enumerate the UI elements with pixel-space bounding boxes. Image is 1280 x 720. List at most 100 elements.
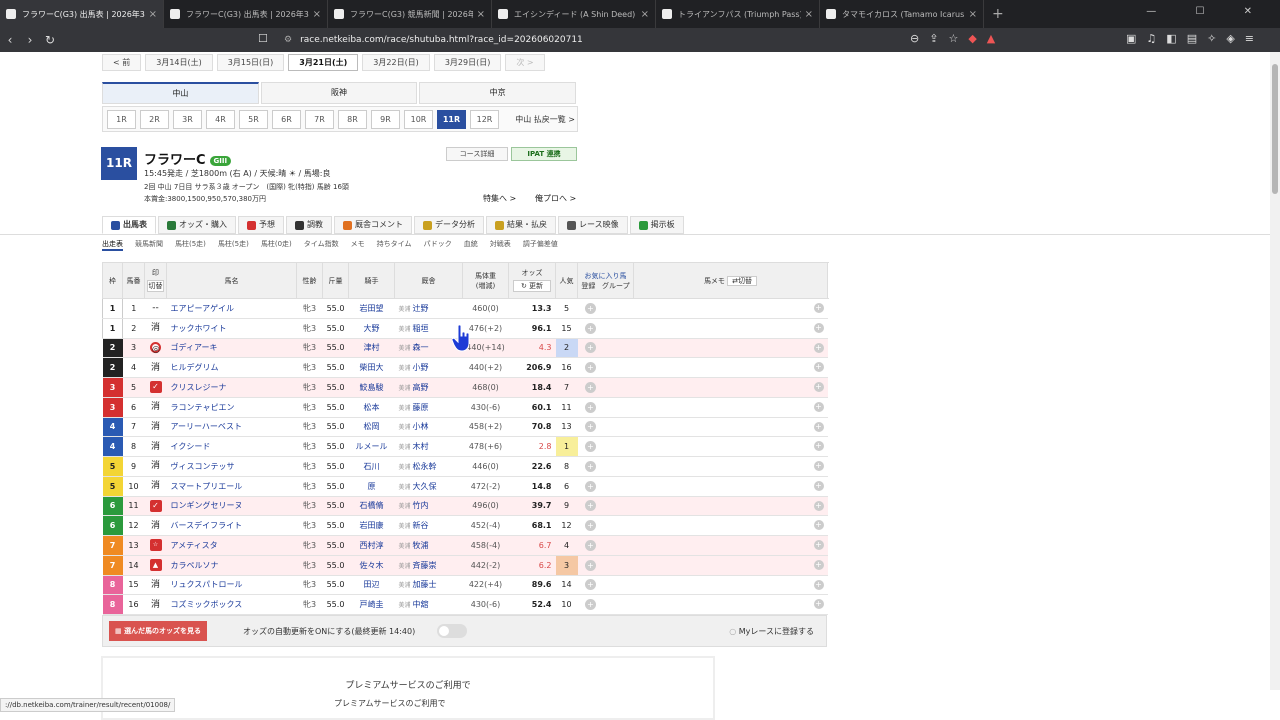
add-memo-icon[interactable]: + — [813, 520, 824, 531]
close-tab-icon[interactable]: × — [477, 9, 485, 20]
mark-cell[interactable]: 消 — [144, 318, 167, 339]
horse-name-link[interactable]: ヒルデグリム — [166, 357, 297, 378]
header-weight[interactable]: 馬体重 (増減) — [462, 262, 509, 299]
race-number-button[interactable]: 2R — [140, 109, 169, 129]
favorite-register-cell[interactable]: + — [577, 575, 604, 596]
sub-tab[interactable]: タイム指数 — [304, 239, 339, 251]
horse-name-link[interactable]: バースデイフライト — [166, 515, 297, 536]
sub-tab[interactable]: 馬柱(5走) — [175, 239, 206, 251]
favorite-register-cell[interactable]: + — [577, 417, 604, 438]
horse-name-link[interactable]: アーリーハーベスト — [166, 417, 297, 438]
add-memo-icon[interactable]: + — [813, 362, 824, 373]
trainer-link[interactable]: 牧浦 — [413, 541, 429, 550]
odds-value[interactable]: 60.1 — [508, 397, 556, 418]
favorite-group-cell[interactable] — [603, 298, 634, 319]
mark-cell[interactable]: ✓ — [144, 496, 167, 517]
trainer-link[interactable]: 新谷 — [413, 521, 429, 530]
prediction-mark[interactable]: 消 — [150, 579, 162, 591]
mark-cell[interactable]: 消 — [144, 575, 167, 596]
horse-memo-cell[interactable]: + — [633, 456, 828, 477]
favorite-register-cell[interactable]: + — [577, 436, 604, 457]
race-number-button[interactable]: 10R — [404, 109, 433, 129]
add-memo-icon[interactable]: + — [813, 401, 824, 412]
prediction-mark[interactable]: 消 — [150, 362, 162, 374]
favorite-group-cell[interactable] — [603, 397, 634, 418]
scrollbar[interactable] — [1270, 52, 1280, 690]
close-tab-icon[interactable]: × — [149, 9, 157, 20]
horse-memo-cell[interactable]: + — [633, 575, 828, 596]
favorite-register-cell[interactable]: + — [577, 397, 604, 418]
add-memo-icon[interactable]: + — [813, 480, 824, 491]
next-date-button[interactable]: 次 > — [505, 54, 545, 71]
odds-value[interactable]: 70.8 — [508, 417, 556, 438]
selected-odds-button[interactable]: ▦ 選んだ馬のオッズを見る — [109, 621, 208, 641]
odds-value[interactable]: 22.6 — [508, 456, 556, 477]
favorite-register-cell[interactable]: + — [577, 515, 604, 536]
date-button[interactable]: 3月15日(日) — [216, 54, 285, 71]
add-favorite-icon[interactable]: + — [585, 480, 596, 492]
favorite-register-cell[interactable]: + — [577, 476, 604, 497]
jockey-link[interactable]: 西村淳 — [348, 535, 395, 556]
date-button[interactable]: 3月21日(土) — [288, 54, 359, 71]
main-tab[interactable]: 掲示板 — [629, 216, 684, 234]
main-tab[interactable]: 調教 — [286, 216, 332, 234]
odds-value[interactable]: 6.7 — [508, 535, 556, 556]
add-favorite-icon[interactable]: + — [585, 599, 596, 611]
mark-cell[interactable]: 消 — [144, 397, 167, 418]
menu-icon[interactable]: ≡ — [1245, 32, 1254, 45]
add-favorite-icon[interactable]: + — [585, 401, 596, 413]
mark-cell[interactable]: 消 — [144, 456, 167, 477]
jockey-link[interactable]: 岩田望 — [348, 298, 395, 319]
feature-link[interactable]: 特集へ > — [483, 193, 516, 204]
ipat-link-button[interactable]: IPAT 連携 — [511, 147, 577, 161]
bookmark-icon[interactable]: ☐ — [258, 32, 268, 45]
forward-icon[interactable]: › — [20, 33, 40, 47]
browser-tab[interactable]: フラワーC(G3) 出馬表 | 2026年3月2… × — [0, 0, 164, 28]
prediction-mark[interactable]: -- — [150, 302, 162, 314]
add-memo-icon[interactable]: + — [813, 303, 824, 313]
jockey-link[interactable]: 田辺 — [348, 575, 395, 596]
mark-cell[interactable]: ☆ — [144, 535, 167, 556]
horse-memo-cell[interactable]: + — [633, 417, 828, 438]
add-memo-icon[interactable]: + — [813, 421, 824, 432]
trainer-link[interactable]: 中舘 — [413, 600, 429, 609]
odds-value[interactable]: 52.4 — [508, 594, 556, 615]
prediction-mark[interactable]: ✓ — [149, 381, 162, 394]
prediction-mark[interactable]: 消 — [150, 322, 162, 334]
mark-cell[interactable]: ✓ — [144, 377, 167, 398]
jockey-link[interactable]: 石橋脩 — [348, 496, 395, 517]
prediction-mark[interactable]: 消 — [150, 441, 162, 453]
add-favorite-icon[interactable]: + — [585, 421, 596, 433]
add-favorite-icon[interactable]: + — [585, 302, 596, 314]
jockey-link[interactable]: 石川 — [348, 456, 395, 477]
race-number-button[interactable]: 8R — [338, 109, 367, 129]
sub-tab[interactable]: 血統 — [464, 239, 478, 251]
trainer-link[interactable]: 高野 — [413, 383, 429, 392]
prediction-mark[interactable]: 消 — [150, 480, 162, 492]
add-memo-icon[interactable]: + — [813, 500, 824, 511]
horse-memo-cell[interactable]: + — [633, 555, 828, 576]
odds-value[interactable]: 6.2 — [508, 555, 556, 576]
header-kinryo[interactable]: 斤量 — [322, 262, 349, 299]
horse-name-link[interactable]: イクシード — [166, 436, 297, 457]
close-tab-icon[interactable]: × — [641, 9, 649, 20]
vpn-icon[interactable]: ◈ — [1226, 32, 1234, 45]
my-race-register[interactable]: ○ Myレースに登録する — [729, 626, 814, 637]
race-number-button[interactable]: 3R — [173, 109, 202, 129]
wallet-icon[interactable]: ▤ — [1187, 32, 1197, 45]
favorite-register-cell[interactable]: + — [577, 338, 604, 359]
odds-value[interactable]: 206.9 — [508, 357, 556, 378]
favorite-group-cell[interactable] — [603, 476, 634, 497]
odds-value[interactable]: 39.7 — [508, 496, 556, 517]
race-number-button[interactable]: 1R — [107, 109, 136, 129]
main-tab[interactable]: 出馬表 — [102, 216, 156, 234]
orepro-link[interactable]: 俺プロへ > — [535, 193, 576, 204]
prediction-mark[interactable]: 消 — [150, 401, 162, 413]
auto-update-toggle[interactable] — [437, 624, 467, 638]
add-favorite-icon[interactable]: + — [585, 460, 596, 472]
horse-name-link[interactable]: スマートプリエール — [166, 476, 297, 497]
mark-toggle[interactable]: 切替 — [147, 279, 164, 292]
odds-value[interactable]: 13.3 — [508, 298, 556, 319]
mark-cell[interactable]: 消 — [144, 594, 167, 615]
favorite-group-cell[interactable] — [603, 436, 634, 457]
